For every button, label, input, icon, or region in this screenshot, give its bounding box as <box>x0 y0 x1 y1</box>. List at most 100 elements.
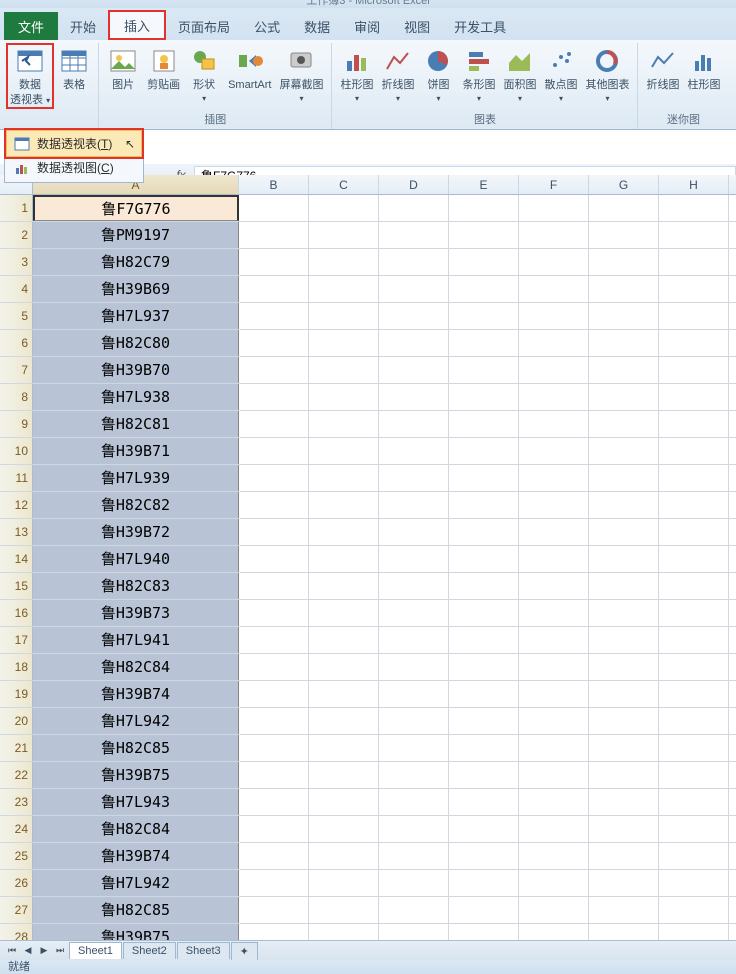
cell[interactable] <box>449 762 519 788</box>
cell[interactable] <box>239 276 309 302</box>
cell[interactable] <box>519 438 589 464</box>
row-header[interactable]: 12 <box>0 492 33 518</box>
cell[interactable] <box>589 546 659 572</box>
cell[interactable] <box>589 195 659 221</box>
row-header[interactable]: 10 <box>0 438 33 464</box>
cell[interactable] <box>659 627 729 653</box>
col-header-D[interactable]: D <box>379 175 449 194</box>
column-chart-button[interactable]: 柱形图▾ <box>336 43 377 107</box>
cell[interactable] <box>589 438 659 464</box>
row-header[interactable]: 19 <box>0 681 33 707</box>
cell[interactable]: 鲁H39B73 <box>33 600 239 626</box>
cell[interactable]: 鲁H7L941 <box>33 627 239 653</box>
cell[interactable] <box>589 465 659 491</box>
cell[interactable] <box>309 303 379 329</box>
table-button[interactable]: 表格 <box>54 43 94 94</box>
row-header[interactable]: 4 <box>0 276 33 302</box>
cell[interactable] <box>309 708 379 734</box>
cell[interactable] <box>659 438 729 464</box>
col-header-G[interactable]: G <box>589 175 659 194</box>
cell[interactable] <box>379 465 449 491</box>
cell[interactable] <box>519 519 589 545</box>
row-header[interactable]: 21 <box>0 735 33 761</box>
tab-dev[interactable]: 开发工具 <box>442 12 518 40</box>
row-header[interactable]: 23 <box>0 789 33 815</box>
row-header[interactable]: 20 <box>0 708 33 734</box>
cell[interactable] <box>659 384 729 410</box>
col-header-B[interactable]: B <box>239 175 309 194</box>
cell[interactable] <box>449 870 519 896</box>
cell[interactable] <box>239 708 309 734</box>
cell[interactable]: 鲁H7L937 <box>33 303 239 329</box>
cell[interactable] <box>449 465 519 491</box>
cell[interactable] <box>309 789 379 815</box>
cell[interactable] <box>519 789 589 815</box>
cell[interactable] <box>449 195 519 221</box>
cell[interactable] <box>659 600 729 626</box>
cell[interactable]: 鲁F7G776 <box>33 195 239 221</box>
cell[interactable] <box>659 465 729 491</box>
cell[interactable] <box>309 870 379 896</box>
cell[interactable] <box>589 654 659 680</box>
cell[interactable] <box>449 492 519 518</box>
cell[interactable] <box>239 654 309 680</box>
cell[interactable] <box>239 897 309 923</box>
cell[interactable] <box>449 519 519 545</box>
col-header-E[interactable]: E <box>449 175 519 194</box>
cell[interactable]: 鲁H7L943 <box>33 789 239 815</box>
cell[interactable] <box>309 654 379 680</box>
cell[interactable] <box>379 600 449 626</box>
cell[interactable] <box>449 411 519 437</box>
row-header[interactable]: 7 <box>0 357 33 383</box>
row-header[interactable]: 22 <box>0 762 33 788</box>
cell[interactable] <box>449 708 519 734</box>
cell[interactable] <box>239 492 309 518</box>
cell[interactable] <box>309 411 379 437</box>
cell[interactable] <box>589 789 659 815</box>
col-header-H[interactable]: H <box>659 175 729 194</box>
cell[interactable] <box>449 546 519 572</box>
pie-chart-button[interactable]: 饼图▾ <box>418 43 458 107</box>
cell[interactable] <box>379 249 449 275</box>
cell[interactable] <box>239 330 309 356</box>
tab-layout[interactable]: 页面布局 <box>166 12 242 40</box>
cell[interactable] <box>519 816 589 842</box>
cell[interactable] <box>379 897 449 923</box>
cell[interactable] <box>449 654 519 680</box>
cell[interactable] <box>379 384 449 410</box>
cell[interactable] <box>589 249 659 275</box>
cell[interactable] <box>589 573 659 599</box>
tab-formula[interactable]: 公式 <box>242 12 292 40</box>
cell[interactable] <box>309 438 379 464</box>
cell[interactable] <box>659 411 729 437</box>
cell[interactable] <box>659 492 729 518</box>
cell[interactable] <box>239 762 309 788</box>
cell[interactable] <box>239 384 309 410</box>
cell[interactable] <box>309 357 379 383</box>
cell[interactable] <box>449 627 519 653</box>
cell[interactable] <box>379 357 449 383</box>
sheet-tab-2[interactable]: Sheet2 <box>123 942 176 959</box>
cell[interactable] <box>589 384 659 410</box>
cell[interactable] <box>379 789 449 815</box>
cell[interactable] <box>449 600 519 626</box>
other-chart-button[interactable]: 其他图表▾ <box>581 43 633 107</box>
cell[interactable] <box>519 897 589 923</box>
cell[interactable] <box>239 465 309 491</box>
row-header[interactable]: 24 <box>0 816 33 842</box>
cell[interactable]: 鲁H82C84 <box>33 654 239 680</box>
row-header[interactable]: 27 <box>0 897 33 923</box>
cell[interactable] <box>239 843 309 869</box>
cell[interactable] <box>379 762 449 788</box>
cell[interactable] <box>239 357 309 383</box>
cell[interactable] <box>589 762 659 788</box>
cell[interactable] <box>589 303 659 329</box>
cell[interactable]: 鲁PM9197 <box>33 222 239 248</box>
row-header[interactable]: 26 <box>0 870 33 896</box>
cell[interactable] <box>659 195 729 221</box>
cell[interactable] <box>379 546 449 572</box>
cell[interactable] <box>519 681 589 707</box>
cell[interactable] <box>449 384 519 410</box>
sheet-tab-1[interactable]: Sheet1 <box>69 942 122 959</box>
cell[interactable] <box>309 681 379 707</box>
